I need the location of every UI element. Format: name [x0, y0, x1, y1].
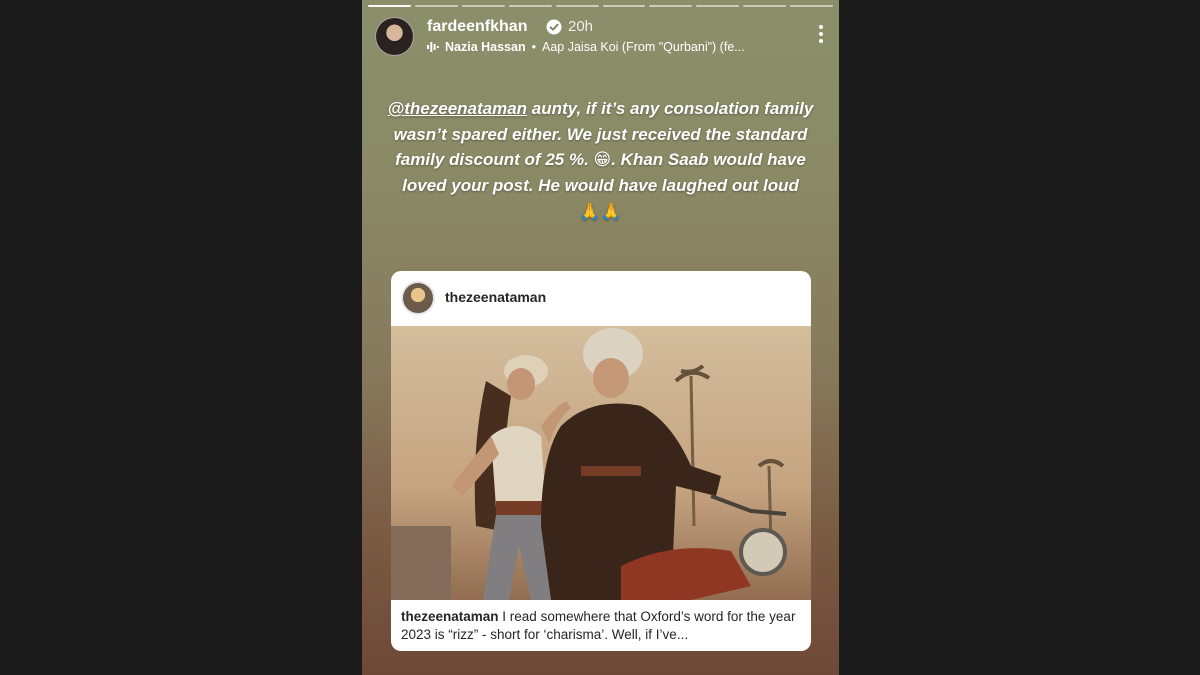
- verified-badge-icon: [546, 19, 562, 35]
- shared-post-username[interactable]: thezeenataman: [445, 289, 546, 305]
- more-vertical-icon[interactable]: [817, 25, 825, 45]
- story-timestamp: 20h: [568, 18, 594, 35]
- progress-segment: [743, 5, 787, 7]
- progress-segment: [414, 5, 458, 7]
- shared-post-header: thezeenataman: [391, 271, 811, 326]
- progress-segment: [696, 5, 740, 7]
- shared-post-caption: thezeenataman I read somewhere that Oxfo…: [401, 608, 801, 644]
- progress-segment: [602, 5, 646, 7]
- user-avatar[interactable]: [375, 17, 414, 56]
- audio-wave-icon: [427, 42, 439, 52]
- story-progress-bar: [368, 5, 834, 7]
- story-username[interactable]: fardeenfkhan: [427, 18, 527, 36]
- shared-post-photo: [391, 326, 811, 600]
- progress-segment: [508, 5, 552, 7]
- story-header: fardeenfkhan 20h Nazia Hassan • Aap Jais…: [375, 17, 825, 59]
- progress-segment: [555, 5, 599, 7]
- shared-post-card[interactable]: thezeenataman thezeenataman I read somew…: [391, 271, 811, 651]
- progress-segment: [790, 5, 834, 7]
- music-artist: Nazia Hassan: [445, 40, 526, 54]
- shared-post-avatar[interactable]: [401, 281, 435, 315]
- shared-post-caption-user[interactable]: thezeenataman: [401, 609, 499, 624]
- music-song: Aap Jaisa Koi (From "Qurbani") (fe...: [542, 40, 745, 54]
- music-attribution[interactable]: Nazia Hassan • Aap Jaisa Koi (From "Qurb…: [427, 40, 745, 54]
- story-caption: @thezeenataman aunty, if it’s any consol…: [382, 96, 819, 225]
- story-viewer[interactable]: fardeenfkhan 20h Nazia Hassan • Aap Jais…: [362, 0, 839, 675]
- progress-segment: [368, 5, 411, 7]
- progress-segment: [649, 5, 693, 7]
- progress-segment: [461, 5, 505, 7]
- caption-emoji: 🙏🙏: [579, 202, 622, 221]
- mention-link[interactable]: @thezeenataman: [388, 99, 527, 118]
- music-separator: •: [531, 40, 536, 54]
